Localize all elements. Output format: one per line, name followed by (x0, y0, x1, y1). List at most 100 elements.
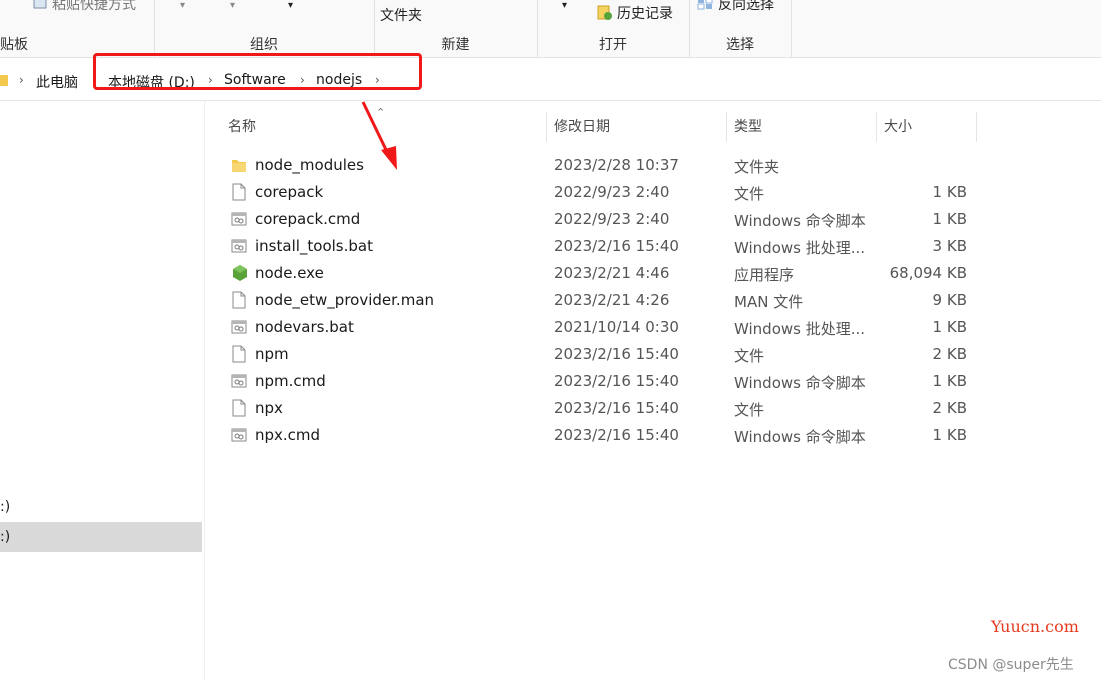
breadcrumb-this-pc[interactable]: 此电脑 (36, 72, 78, 92)
script-icon (231, 237, 247, 255)
ribbon: 粘贴快捷方式 贴板 ▾ ▾ ▾ 组织 文件夹 新建 ▾ 历史记录 打开 反向选择… (0, 0, 1101, 58)
column-header-date[interactable]: 修改日期 (554, 112, 610, 142)
script-icon (231, 372, 247, 390)
paste-shortcut-button[interactable]: 粘贴快捷方式 (52, 0, 136, 14)
file-date: 2023/2/16 15:40 (554, 372, 679, 390)
file-name: install_tools.bat (255, 237, 373, 255)
file-type: Windows 命令脚本 (734, 374, 866, 392)
file-type: 文件夹 (734, 158, 780, 176)
column-header-size[interactable]: 大小 (884, 112, 912, 142)
file-size: 1 KB (932, 318, 967, 336)
file-type: 文件 (734, 185, 765, 203)
rename-dropdown-icon[interactable]: ▾ (288, 0, 293, 11)
file-type: MAN 文件 (734, 293, 804, 311)
column-header-name[interactable]: 名称 (228, 112, 256, 142)
table-row[interactable]: node_modules 2023/2/28 10:37 文件夹 (220, 152, 980, 179)
nav-item-label: :) (0, 499, 11, 515)
table-row[interactable]: nodevars.bat 2021/10/14 0:30 Windows 批处理..… (220, 314, 980, 341)
ribbon-group-organize: ▾ ▾ ▾ 组织 (154, 0, 375, 57)
script-icon (231, 210, 247, 228)
file-size: 9 KB (932, 291, 967, 309)
ribbon-group-label: 打开 (599, 37, 627, 53)
script-icon (231, 426, 247, 444)
watermark-site: Yuucn.com (991, 617, 1079, 636)
table-row[interactable]: node_etw_provider.man 2023/2/21 4:26 MAN 文… (220, 287, 980, 314)
table-row[interactable]: install_tools.bat 2023/2/16 15:40 Windows … (220, 233, 980, 260)
file-size: 1 KB (932, 426, 967, 444)
file-date: 2023/2/21 4:46 (554, 264, 670, 282)
file-date: 2023/2/16 15:40 (554, 399, 679, 417)
file-date: 2023/2/16 15:40 (554, 426, 679, 444)
file-size: 68,094 KB (889, 264, 967, 282)
file-icon (231, 345, 247, 363)
file-name: npx.cmd (255, 426, 321, 444)
file-name: node_modules (255, 156, 364, 174)
file-date: 2023/2/16 15:40 (554, 237, 679, 255)
file-date: 2022/9/23 2:40 (554, 183, 670, 201)
file-type: Windows 批处理... (734, 239, 866, 257)
new-folder-button[interactable]: 文件夹 (380, 5, 422, 25)
file-name: node.exe (255, 264, 324, 282)
file-name: npm (255, 345, 289, 363)
table-row[interactable]: npx 2023/2/16 15:40 文件 2 KB (220, 395, 980, 422)
table-row[interactable]: node.exe 2023/2/21 4:46 应用程序 68,094 KB (220, 260, 980, 287)
column-divider[interactable] (546, 112, 547, 142)
file-type: 文件 (734, 347, 765, 365)
paste-shortcut-icon (33, 0, 47, 13)
watermark-author: CSDN @super先生 (948, 657, 1074, 673)
column-divider[interactable] (976, 112, 977, 142)
file-name: corepack.cmd (255, 210, 361, 228)
ribbon-group-select: 反向选择 选择 (689, 0, 792, 57)
ribbon-group-label: 新建 (441, 37, 470, 53)
file-name: npm.cmd (255, 372, 326, 390)
history-icon (597, 3, 613, 25)
ribbon-group-open: ▾ 历史记录 打开 (537, 0, 690, 57)
ribbon-group-new: 文件夹 新建 (374, 0, 538, 57)
invert-selection-button[interactable]: 反向选择 (718, 0, 774, 14)
history-button[interactable]: 历史记录 (617, 3, 673, 23)
column-header-type[interactable]: 类型 (734, 112, 762, 142)
table-row[interactable]: npm.cmd 2023/2/16 15:40 Windows 命令脚本 1 KB (220, 368, 980, 395)
file-date: 2022/9/23 2:40 (554, 210, 670, 228)
file-type: 文件 (734, 401, 765, 419)
file-type: Windows 命令脚本 (734, 212, 866, 230)
ribbon-group-label: 组织 (250, 37, 278, 53)
file-name: npx (255, 399, 283, 417)
chevron-right-icon[interactable]: › (19, 73, 24, 87)
nav-item-drive-selected[interactable]: :) (0, 522, 202, 552)
column-divider[interactable] (726, 112, 727, 142)
file-date: 2021/10/14 0:30 (554, 318, 679, 336)
file-name: node_etw_provider.man (255, 291, 435, 309)
file-name: nodevars.bat (255, 318, 354, 336)
file-size: 2 KB (932, 399, 967, 417)
file-date: 2023/2/21 4:26 (554, 291, 670, 309)
column-divider[interactable] (876, 112, 877, 142)
file-icon (231, 399, 247, 417)
file-icon (231, 291, 247, 309)
table-row[interactable]: corepack.cmd 2022/9/23 2:40 Windows 命令脚本 1 … (220, 206, 980, 233)
table-row[interactable]: npm 2023/2/16 15:40 文件 2 KB (220, 341, 980, 368)
file-date: 2023/2/28 10:37 (554, 156, 679, 174)
nav-item-label: :) (0, 529, 11, 545)
open-dropdown-icon[interactable]: ▾ (562, 0, 567, 11)
folder-icon (231, 156, 247, 174)
file-type: Windows 批处理... (734, 320, 866, 338)
table-row[interactable]: npx.cmd 2023/2/16 15:40 Windows 命令脚本 1 KB (220, 422, 980, 449)
file-size: 3 KB (932, 237, 967, 255)
file-date: 2023/2/16 15:40 (554, 345, 679, 363)
file-size: 2 KB (932, 345, 967, 363)
file-type: 应用程序 (734, 266, 795, 284)
file-size: 1 KB (932, 372, 967, 390)
move-to-dropdown-icon[interactable]: ▾ (180, 0, 185, 11)
invert-selection-icon (697, 0, 713, 14)
copy-to-dropdown-icon[interactable]: ▾ (230, 0, 235, 11)
sort-ascending-icon: ⌃ (376, 106, 386, 119)
annotation-highlight-box (93, 53, 422, 90)
nodejs-icon (231, 264, 247, 282)
navigation-pane: :) :) (0, 101, 205, 681)
script-icon (231, 318, 247, 336)
nav-item-drive[interactable]: :) (0, 492, 202, 522)
file-icon (231, 183, 247, 201)
file-name: corepack (255, 183, 324, 201)
table-row[interactable]: corepack 2022/9/23 2:40 文件 1 KB (220, 179, 980, 206)
